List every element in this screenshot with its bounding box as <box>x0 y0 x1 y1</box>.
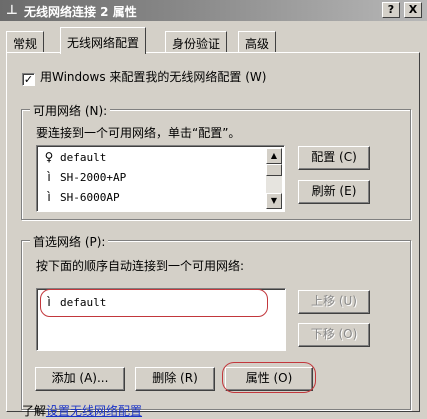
available-networks-title: 可用网络 (N): <box>30 102 111 119</box>
refresh-button[interactable]: 刷新 (E) <box>298 180 370 204</box>
learn-more-prefix: 了解 <box>22 404 47 418</box>
scroll-down-button[interactable]: ▼ <box>266 193 282 209</box>
list-item[interactable]: ì SH-6000AP <box>43 188 119 206</box>
tab-authentication[interactable]: 身份验证 <box>165 31 228 53</box>
use-windows-label: 用Windows 来配置我的无线网络配置 (W) <box>40 70 267 84</box>
use-windows-checkbox[interactable]: ✓ <box>22 73 35 86</box>
signal-icon: ì <box>47 170 51 184</box>
preferred-networks-title: 首选网络 (P): <box>30 233 109 250</box>
network-connection-icon: ⊥ <box>6 3 18 18</box>
configure-button[interactable]: 配置 (C) <box>298 146 370 170</box>
tab-general[interactable]: 常规 <box>6 31 45 53</box>
available-networks-list[interactable]: ♀ default ì SH-2000+AP ì SH-6000AP ▲ ▼ <box>36 145 285 212</box>
setup-wireless-link[interactable]: 设置无线网络配置 <box>46 404 142 418</box>
window-title: 无线网络连接 2 属性 <box>24 5 137 19</box>
use-windows-row[interactable]: ✓ 用Windows 来配置我的无线网络配置 (W) <box>22 68 266 86</box>
highlight-circle-default <box>40 289 268 317</box>
help-button[interactable]: ? <box>382 2 400 18</box>
list-item[interactable]: ì SH-2000+AP <box>43 168 126 186</box>
add-button[interactable]: 添加 (A)... <box>35 367 125 391</box>
highlight-circle-properties <box>222 362 316 393</box>
scroll-thumb[interactable] <box>266 164 282 176</box>
available-networks-scrollbar[interactable]: ▲ ▼ <box>266 148 282 209</box>
title-bar[interactable]: ⊥ 无线网络连接 2 属性 ? X <box>0 0 427 21</box>
signal-icon: ì <box>47 190 51 204</box>
tab-wireless-config[interactable]: 无线网络配置 <box>60 27 147 54</box>
available-networks-description: 要连接到一个可用网络，单击“配置”。 <box>36 126 241 140</box>
learn-more-line: 了解设置无线网络配置 <box>22 402 142 419</box>
list-item[interactable]: ♀ default <box>43 148 107 166</box>
scroll-up-button[interactable]: ▲ <box>266 148 282 164</box>
remove-button[interactable]: 删除 (R) <box>135 367 215 391</box>
tab-strip: 常规 无线网络配置 身份验证 高级 <box>6 27 421 54</box>
tab-advanced[interactable]: 高级 <box>238 31 277 53</box>
preferred-networks-description: 按下面的顺序自动连接到一个可用网络: <box>36 259 245 273</box>
close-button[interactable]: X <box>404 2 422 18</box>
move-down-button[interactable]: 下移 (O) <box>298 323 370 347</box>
antenna-icon: ♀ <box>44 150 54 164</box>
move-up-button[interactable]: 上移 (U) <box>298 290 370 314</box>
